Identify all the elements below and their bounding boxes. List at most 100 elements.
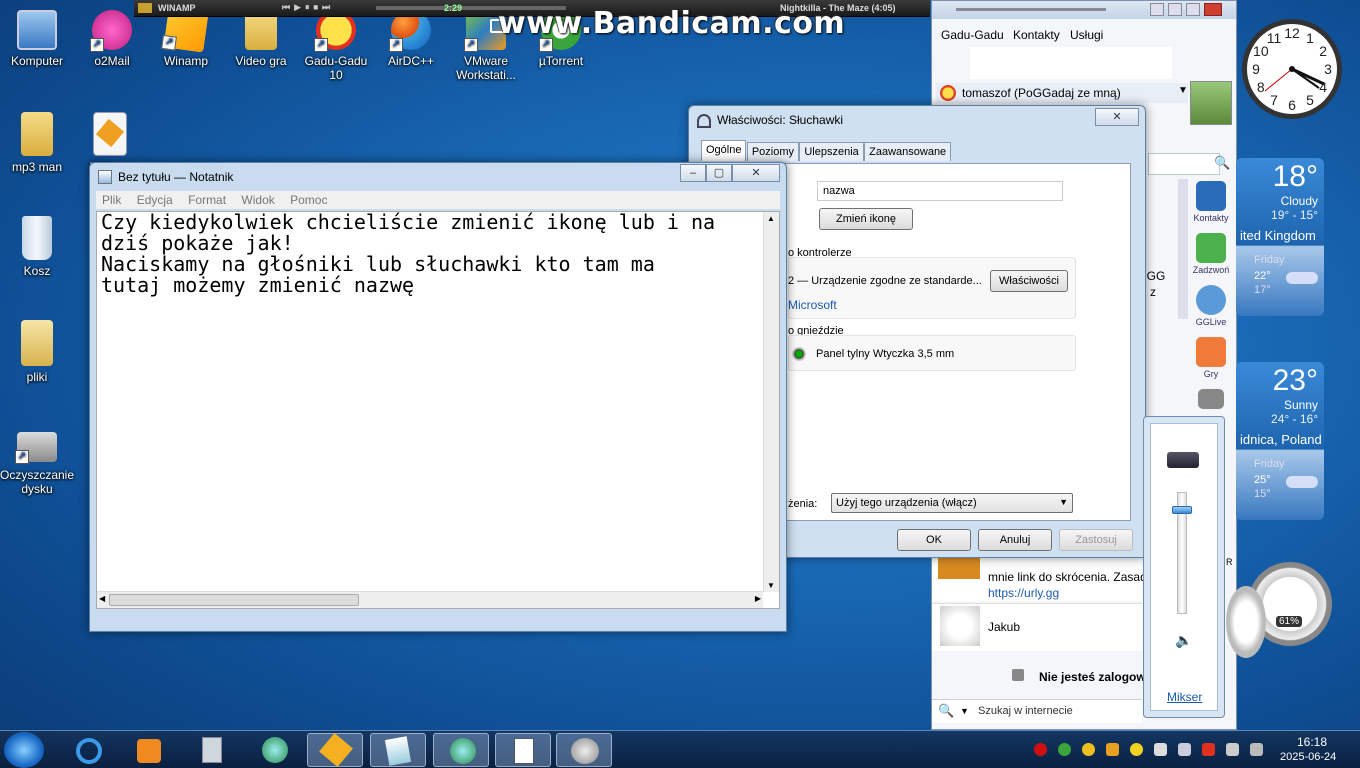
gg-menu-gadu-gadu[interactable]: Gadu-Gadu bbox=[941, 28, 1004, 42]
tab-ogolne[interactable]: Ogólne bbox=[701, 140, 747, 161]
desktop-icon-o2mail[interactable]: ↗ o2Mail bbox=[75, 10, 149, 68]
scroll-right-icon[interactable]: ▶ bbox=[755, 594, 761, 603]
desktop-icon-gadu-gadu[interactable]: ↗ Gadu-Gadu 10 bbox=[299, 10, 373, 82]
gg-tray-icon[interactable] bbox=[1082, 743, 1095, 756]
weather-gadget-poland[interactable]: 23° Sunny 24° - 16° idnica, Poland Frida… bbox=[1236, 362, 1324, 520]
sidebar-item-kontakty[interactable]: Kontakty bbox=[1186, 181, 1236, 223]
sun-tray-icon[interactable] bbox=[1130, 743, 1143, 756]
taskbar-gadu[interactable] bbox=[433, 733, 489, 767]
notepad-window[interactable]: Bez tytułu — Notatnik ‒ ▢ ✕ Plik Edycja … bbox=[89, 162, 787, 632]
usage-select[interactable]: Użyj tego urządzenia (włącz) ▼ bbox=[831, 493, 1073, 513]
avatar[interactable] bbox=[1190, 81, 1232, 125]
list-item[interactable]: mnie link do skrócenia. Zasad https://ur… bbox=[932, 553, 1147, 601]
taskbar-ie[interactable] bbox=[62, 733, 118, 767]
tab-zaawansowane[interactable]: Zaawansowane bbox=[864, 142, 952, 161]
device-properties-button[interactable]: Właściwości bbox=[990, 270, 1068, 292]
search-icon[interactable]: 🔍 bbox=[1214, 155, 1230, 171]
scroll-thumb[interactable] bbox=[109, 594, 359, 606]
mixer-link[interactable]: Mikser bbox=[1167, 690, 1202, 704]
warning-tray-icon[interactable] bbox=[1202, 743, 1215, 756]
list-item[interactable]: Jakub bbox=[932, 603, 1142, 651]
gg-restore-button[interactable] bbox=[1186, 3, 1200, 16]
gg-search-box[interactable] bbox=[1148, 153, 1220, 175]
utorrent-tray-icon[interactable] bbox=[1058, 743, 1071, 756]
desktop-icon-winamp[interactable]: ↗ Winamp bbox=[149, 7, 223, 68]
gg-maximize-button[interactable] bbox=[1168, 3, 1182, 16]
cancel-button[interactable]: Anuluj bbox=[978, 529, 1052, 551]
gg-user-bar[interactable]: tomaszof (PoGGadaj ze mną) ▼ bbox=[936, 83, 1188, 103]
network-tray-icon[interactable] bbox=[1250, 743, 1263, 756]
gg-menu-kontakty[interactable]: Kontakty bbox=[1013, 28, 1060, 42]
scroll-down-icon[interactable]: ▼ bbox=[767, 581, 775, 590]
maximize-button[interactable]: ▢ bbox=[706, 164, 732, 182]
menu-item-widok[interactable]: Widok bbox=[235, 191, 280, 209]
close-button[interactable]: ✕ bbox=[732, 164, 780, 182]
weather-gadget-uk[interactable]: 18° Cloudy 19° - 15° ited Kingdom Friday… bbox=[1236, 158, 1324, 316]
chevron-down-icon[interactable]: ▼ bbox=[960, 706, 969, 716]
sidebar-item-gry[interactable]: Gry bbox=[1186, 337, 1236, 379]
gg-message-link[interactable]: https://urly.gg bbox=[988, 586, 1059, 600]
gg-login-status: Nie jesteś zalogow bbox=[1039, 670, 1146, 684]
desktop-icon-airdc[interactable]: ↗ AirDC++ bbox=[374, 10, 448, 68]
taskbar-media[interactable] bbox=[121, 733, 177, 767]
volume-tray-icon[interactable] bbox=[1178, 743, 1191, 756]
taskbar-sound[interactable] bbox=[556, 733, 612, 767]
text-editor[interactable]: Czy kiedykolwiek chcieliście zmienić iko… bbox=[96, 211, 780, 609]
desktop-icon-pliki[interactable]: pliki bbox=[0, 320, 74, 384]
desktop-icon-komputer[interactable]: Komputer bbox=[0, 10, 74, 68]
minimize-button[interactable]: ‒ bbox=[680, 164, 706, 182]
desktop-icon-video-gra[interactable]: Video gra bbox=[224, 10, 298, 68]
chevron-down-icon[interactable]: ▼ bbox=[1178, 85, 1188, 96]
vertical-scrollbar[interactable]: ▲ ▼ bbox=[763, 212, 779, 592]
flower-tray-icon[interactable] bbox=[1106, 743, 1119, 756]
volume-popup[interactable]: 🔈 Mikser bbox=[1143, 416, 1225, 718]
action-center-icon[interactable] bbox=[1226, 743, 1239, 756]
menu-item-format[interactable]: Format bbox=[182, 191, 232, 209]
horizontal-scrollbar[interactable]: ◀ ▶ bbox=[97, 591, 763, 608]
clock-date[interactable]: 2025-06-24 bbox=[1280, 751, 1336, 763]
gg-minimize-button[interactable] bbox=[1150, 3, 1164, 16]
menu-item-edycja[interactable]: Edycja bbox=[131, 191, 179, 209]
gg-titlebar[interactable] bbox=[932, 1, 1236, 19]
desktop-icon-oczyszczanie[interactable]: ↗ Oczyszczanie dysku bbox=[0, 432, 74, 496]
clock-number: 12 bbox=[1284, 25, 1300, 41]
camera-icon[interactable] bbox=[1186, 389, 1236, 409]
scroll-up-icon[interactable]: ▲ bbox=[767, 214, 775, 223]
cpu-meter-gadget[interactable]: 61% bbox=[1226, 562, 1332, 658]
start-button[interactable] bbox=[4, 732, 44, 768]
apply-button[interactable]: Zastosuj bbox=[1059, 529, 1133, 551]
gg-search-bar[interactable]: 🔍 ▼ Szukaj w internecie bbox=[932, 699, 1142, 723]
sidebar-item-zadzwon[interactable]: Zadzwoń bbox=[1186, 233, 1236, 275]
editor-content[interactable]: Czy kiedykolwiek chcieliście zmienić iko… bbox=[101, 212, 761, 296]
sidebar-item-gglive[interactable]: GGLive bbox=[1186, 285, 1236, 327]
gg-slider[interactable] bbox=[956, 8, 1106, 11]
desktop-icon-kosz[interactable]: Kosz bbox=[0, 216, 74, 278]
tab-ulepszenia[interactable]: Ulepszenia bbox=[799, 142, 864, 161]
menu-item-plik[interactable]: Plik bbox=[96, 191, 127, 209]
search-input[interactable]: Szukaj w internecie bbox=[978, 705, 1073, 717]
taskbar-winamp[interactable] bbox=[307, 733, 363, 767]
vendor-link[interactable]: Microsoft bbox=[788, 298, 837, 312]
clock-gadget[interactable]: 12 1 2 3 4 5 6 7 8 9 10 11 bbox=[1239, 6, 1345, 132]
taskbar-network[interactable] bbox=[246, 733, 302, 767]
change-icon-button[interactable]: Zmień ikonę bbox=[819, 208, 913, 230]
volume-slider-thumb[interactable] bbox=[1172, 506, 1192, 515]
taskbar-calculator[interactable] bbox=[184, 733, 240, 767]
taskbar-notepad[interactable] bbox=[370, 733, 426, 767]
speaker-icon[interactable]: 🔈 bbox=[1175, 632, 1192, 649]
tab-poziomy[interactable]: Poziomy bbox=[746, 142, 800, 161]
gg-close-button[interactable] bbox=[1204, 3, 1222, 16]
gg-menu-uslugi[interactable]: Usługi bbox=[1070, 28, 1103, 42]
taskbar-document[interactable] bbox=[495, 733, 551, 767]
close-button[interactable]: ✕ bbox=[1095, 108, 1139, 126]
scroll-left-icon[interactable]: ◀ bbox=[99, 594, 105, 603]
name-field[interactable]: nazwa bbox=[817, 181, 1063, 201]
record-tray-icon[interactable] bbox=[1034, 743, 1047, 756]
winamp-controls[interactable]: ⏮▶⏸⏹⏭ bbox=[282, 2, 334, 13]
headphones-device-icon[interactable] bbox=[1167, 452, 1199, 468]
clock-time[interactable]: 16:18 bbox=[1297, 735, 1327, 749]
desktop-icon-mp3-man[interactable]: mp3 man bbox=[0, 112, 74, 174]
ok-button[interactable]: OK bbox=[897, 529, 971, 551]
menu-item-pomoc[interactable]: Pomoc bbox=[284, 191, 333, 209]
flag-tray-icon[interactable] bbox=[1154, 743, 1167, 756]
